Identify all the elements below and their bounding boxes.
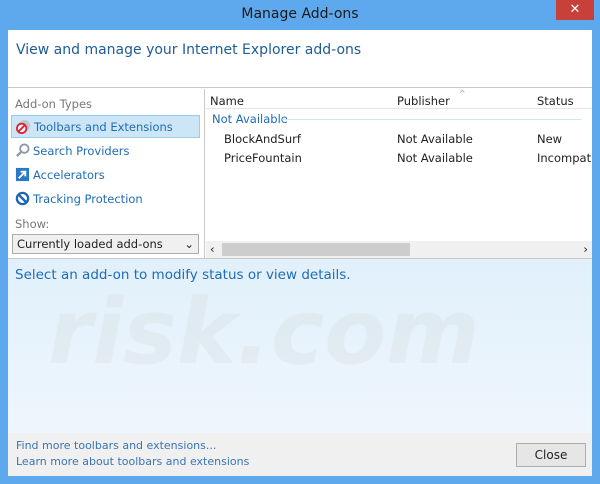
scroll-right-icon[interactable]: › [583, 242, 588, 256]
horizontal-scrollbar[interactable]: ‹ › [206, 241, 592, 258]
learn-more-link[interactable]: Learn more about toolbars and extensions [16, 455, 249, 468]
chevron-down-icon: ⌄ [184, 237, 194, 251]
addon-types-pane: Add-on Types Toolbars and Extensions Sea… [8, 89, 205, 258]
type-accelerators[interactable]: Accelerators [11, 163, 200, 186]
footer: Find more toolbars and extensions... Lea… [8, 433, 592, 476]
type-label: Search Providers [33, 143, 130, 158]
sort-arrow-icon: ^ [459, 89, 466, 98]
type-label: Tracking Protection [33, 191, 143, 206]
close-button[interactable]: Close [516, 443, 586, 467]
header: View and manage your Internet Explorer a… [8, 30, 592, 88]
addon-list: Name Publisher ^ Status Not Available Bl… [206, 89, 592, 258]
find-more-link[interactable]: Find more toolbars and extensions... [16, 439, 216, 452]
search-icon [16, 143, 30, 157]
header-title: View and manage your Internet Explorer a… [16, 42, 362, 58]
column-header-status[interactable]: Status [537, 94, 574, 108]
addon-name: PriceFountain [224, 151, 302, 165]
addon-name: BlockAndSurf [224, 132, 301, 146]
column-header-publisher[interactable]: Publisher [397, 94, 450, 108]
toolbars-extensions-icon [16, 119, 31, 134]
details-text: Select an add-on to modify status or vie… [15, 267, 351, 283]
addon-status: New [537, 132, 563, 146]
show-select[interactable]: Currently loaded add-ons ⌄ [12, 234, 199, 254]
addon-types-label: Add-on Types [15, 97, 93, 111]
show-label: Show: [15, 217, 50, 231]
type-tracking-protection[interactable]: Tracking Protection [11, 187, 200, 210]
type-label: Toolbars and Extensions [34, 119, 173, 134]
accelerator-icon [15, 167, 30, 182]
scrollbar-thumb[interactable] [222, 243, 410, 256]
title-bar: Manage Add-ons ✕ [0, 0, 600, 30]
addon-status: Incompatib [537, 151, 592, 165]
column-header-name[interactable]: Name [210, 94, 244, 108]
details-pane: Select an add-on to modify status or vie… [8, 258, 592, 433]
tracking-protection-icon [15, 191, 30, 206]
type-search-providers[interactable]: Search Providers [11, 139, 200, 162]
scroll-left-icon[interactable]: ‹ [210, 242, 215, 256]
window-title: Manage Add-ons [241, 6, 359, 22]
dialog-body: View and manage your Internet Explorer a… [8, 30, 592, 476]
addon-publisher: Not Available [397, 151, 473, 165]
group-header: Not Available [212, 112, 288, 126]
type-toolbars-extensions[interactable]: Toolbars and Extensions [11, 115, 200, 138]
window-close-button[interactable]: ✕ [556, 0, 594, 20]
type-label: Accelerators [33, 167, 105, 182]
addon-publisher: Not Available [397, 132, 473, 146]
group-divider [282, 119, 582, 120]
show-select-value: Currently loaded add-ons [17, 237, 163, 251]
